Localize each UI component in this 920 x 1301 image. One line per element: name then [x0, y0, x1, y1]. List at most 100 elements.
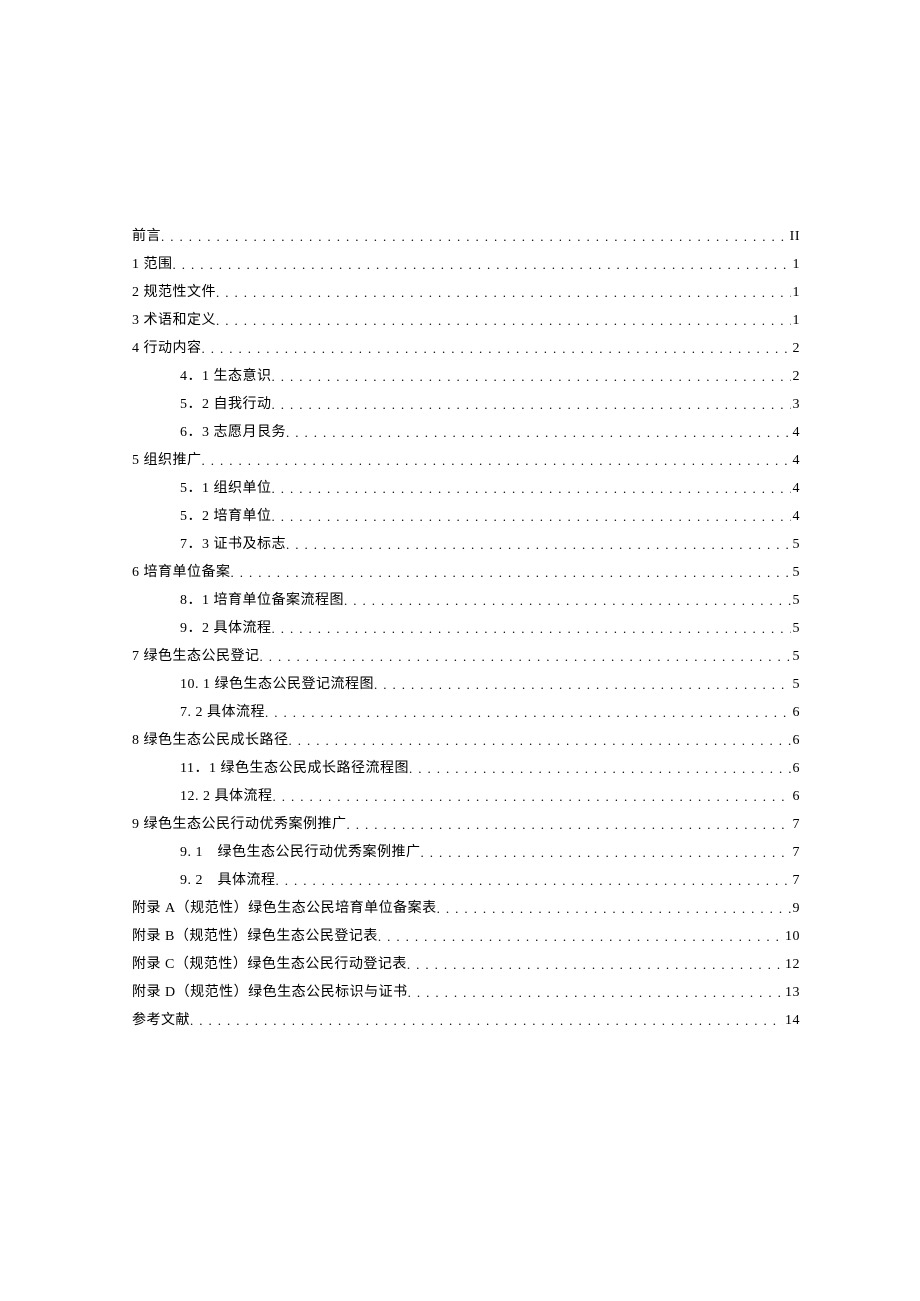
- toc-entry: 1 范围 1: [132, 250, 800, 278]
- toc-leader-dots: [347, 811, 791, 838]
- toc-entry: 9 绿色生态公民行动优秀案例推广 7: [132, 810, 800, 838]
- toc-leader-dots: [272, 475, 791, 502]
- toc-label: 4 行动内容: [132, 335, 202, 362]
- toc-page-number: 7: [791, 867, 801, 894]
- toc-entry: 4 行动内容 2: [132, 334, 800, 362]
- toc-label: 附录 B（规范性）绿色生态公民登记表: [132, 923, 378, 950]
- toc-leader-dots: [202, 335, 791, 362]
- toc-label: 附录 A（规范性）绿色生态公民培育单位备案表: [132, 895, 437, 922]
- toc-page-number: 6: [791, 783, 801, 810]
- toc-label: 8．1 培育单位备案流程图: [180, 587, 344, 614]
- toc-page-number: 9: [791, 895, 801, 922]
- toc-label: 7. 2 具体流程: [180, 699, 265, 726]
- toc-label: 11．1 绿色生态公民成长路径流程图: [180, 755, 409, 782]
- toc-page-number: 14: [783, 1007, 800, 1034]
- toc-label: 7．3 证书及标志: [180, 531, 286, 558]
- toc-page-number: 13: [783, 979, 800, 1006]
- toc-page-number: 12: [783, 951, 800, 978]
- toc-leader-dots: [265, 699, 791, 726]
- toc-page-number: 4: [791, 419, 801, 446]
- toc-label: 5．2 培育单位: [180, 503, 272, 530]
- toc-leader-dots: [161, 223, 788, 250]
- toc-label: 附录 C（规范性）绿色生态公民行动登记表: [132, 951, 407, 978]
- toc-leader-dots: [286, 531, 791, 558]
- toc-page-number: 6: [791, 755, 801, 782]
- toc-page-number: 4: [791, 447, 801, 474]
- toc-leader-dots: [260, 643, 791, 670]
- toc-entry: 7. 2 具体流程 6: [132, 698, 800, 726]
- toc-page-number: 4: [791, 475, 801, 502]
- toc-page-number: II: [788, 223, 800, 250]
- toc-entry: 8．1 培育单位备案流程图 5: [132, 586, 800, 614]
- toc-entry: 5 组织推广 4: [132, 446, 800, 474]
- toc-leader-dots: [272, 391, 791, 418]
- toc-entry: 2 规范性文件 1: [132, 278, 800, 306]
- toc-leader-dots: [272, 503, 791, 530]
- toc-page-number: 5: [791, 587, 801, 614]
- toc-label: 8 绿色生态公民成长路径: [132, 727, 289, 754]
- toc-label: 5．1 组织单位: [180, 475, 272, 502]
- toc-entry: 附录 B（规范性）绿色生态公民登记表 10: [132, 922, 800, 950]
- toc-leader-dots: [272, 615, 791, 642]
- toc-label: 2 规范性文件: [132, 279, 216, 306]
- toc-leader-dots: [202, 447, 791, 474]
- toc-entry: 10. 1 绿色生态公民登记流程图 5: [132, 670, 800, 698]
- toc-entry: 6．3 志愿月艮务 4: [132, 418, 800, 446]
- toc-leader-dots: [231, 559, 791, 586]
- toc-label: 5．2 自我行动: [180, 391, 272, 418]
- toc-label: 9 绿色生态公民行动优秀案例推广: [132, 811, 347, 838]
- toc-leader-dots: [273, 783, 791, 810]
- toc-leader-dots: [272, 363, 791, 390]
- toc-leader-dots: [378, 923, 783, 950]
- toc-label: 4．1 生态意识: [180, 363, 272, 390]
- toc-entry: 9. 2 具体流程7: [132, 866, 800, 894]
- toc-entry: 5．2 自我行动3: [132, 390, 800, 418]
- toc-page-number: 7: [791, 811, 801, 838]
- toc-entry: 附录 A（规范性）绿色生态公民培育单位备案表 9: [132, 894, 800, 922]
- toc-page-number: 2: [791, 335, 801, 362]
- toc-entry: 附录 C（规范性）绿色生态公民行动登记表 12: [132, 950, 800, 978]
- toc-page-number: 7: [791, 839, 801, 866]
- toc-leader-dots: [408, 979, 783, 1006]
- toc-page-number: 1: [791, 279, 801, 306]
- toc-leader-dots: [286, 419, 791, 446]
- toc-page-number: 5: [791, 615, 801, 642]
- toc-entry: 11．1 绿色生态公民成长路径流程图 6: [132, 754, 800, 782]
- toc-entry: 12. 2 具体流程6: [132, 782, 800, 810]
- toc-leader-dots: [289, 727, 791, 754]
- toc-page-number: 5: [791, 671, 801, 698]
- toc-page-number: 2: [791, 363, 801, 390]
- toc-page-number: 10: [783, 923, 800, 950]
- toc-label: 6．3 志愿月艮务: [180, 419, 286, 446]
- toc-label: 前言: [132, 223, 161, 250]
- toc-container: 前言II1 范围12 规范性文件13 术语和定义14 行动内容24．1 生态意识…: [132, 222, 800, 1034]
- toc-label: 7 绿色生态公民登记: [132, 643, 260, 670]
- toc-entry: 附录 D（规范性）绿色生态公民标识与证书13: [132, 978, 800, 1006]
- toc-entry: 9．2 具体流程5: [132, 614, 800, 642]
- toc-label: 1 范围: [132, 251, 173, 278]
- toc-label: 3 术语和定义: [132, 307, 216, 334]
- toc-label: 5 组织推广: [132, 447, 202, 474]
- toc-page-number: 1: [791, 251, 801, 278]
- toc-label: 9. 1 绿色生态公民行动优秀案例推广: [180, 839, 421, 866]
- toc-leader-dots: [173, 251, 791, 278]
- toc-leader-dots: [421, 839, 791, 866]
- toc-page-number: 6: [791, 699, 801, 726]
- toc-leader-dots: [437, 895, 791, 922]
- toc-entry: 5．1 组织单位 4: [132, 474, 800, 502]
- toc-entry: 3 术语和定义1: [132, 306, 800, 334]
- toc-entry: 前言 II: [132, 222, 800, 250]
- toc-page-number: 5: [791, 559, 801, 586]
- toc-entry: 6 培育单位备案 5: [132, 558, 800, 586]
- toc-page-number: 5: [791, 531, 801, 558]
- toc-leader-dots: [216, 307, 791, 334]
- toc-page-number: 4: [791, 503, 801, 530]
- toc-label: 参考文献: [132, 1007, 190, 1034]
- toc-leader-dots: [407, 951, 783, 978]
- toc-label: 6 培育单位备案: [132, 559, 231, 586]
- toc-entry: 参考文献 14: [132, 1006, 800, 1034]
- toc-entry: 9. 1 绿色生态公民行动优秀案例推广 7: [132, 838, 800, 866]
- toc-page-number: 6: [791, 727, 801, 754]
- toc-label: 10. 1 绿色生态公民登记流程图: [180, 671, 374, 698]
- toc-leader-dots: [216, 279, 791, 306]
